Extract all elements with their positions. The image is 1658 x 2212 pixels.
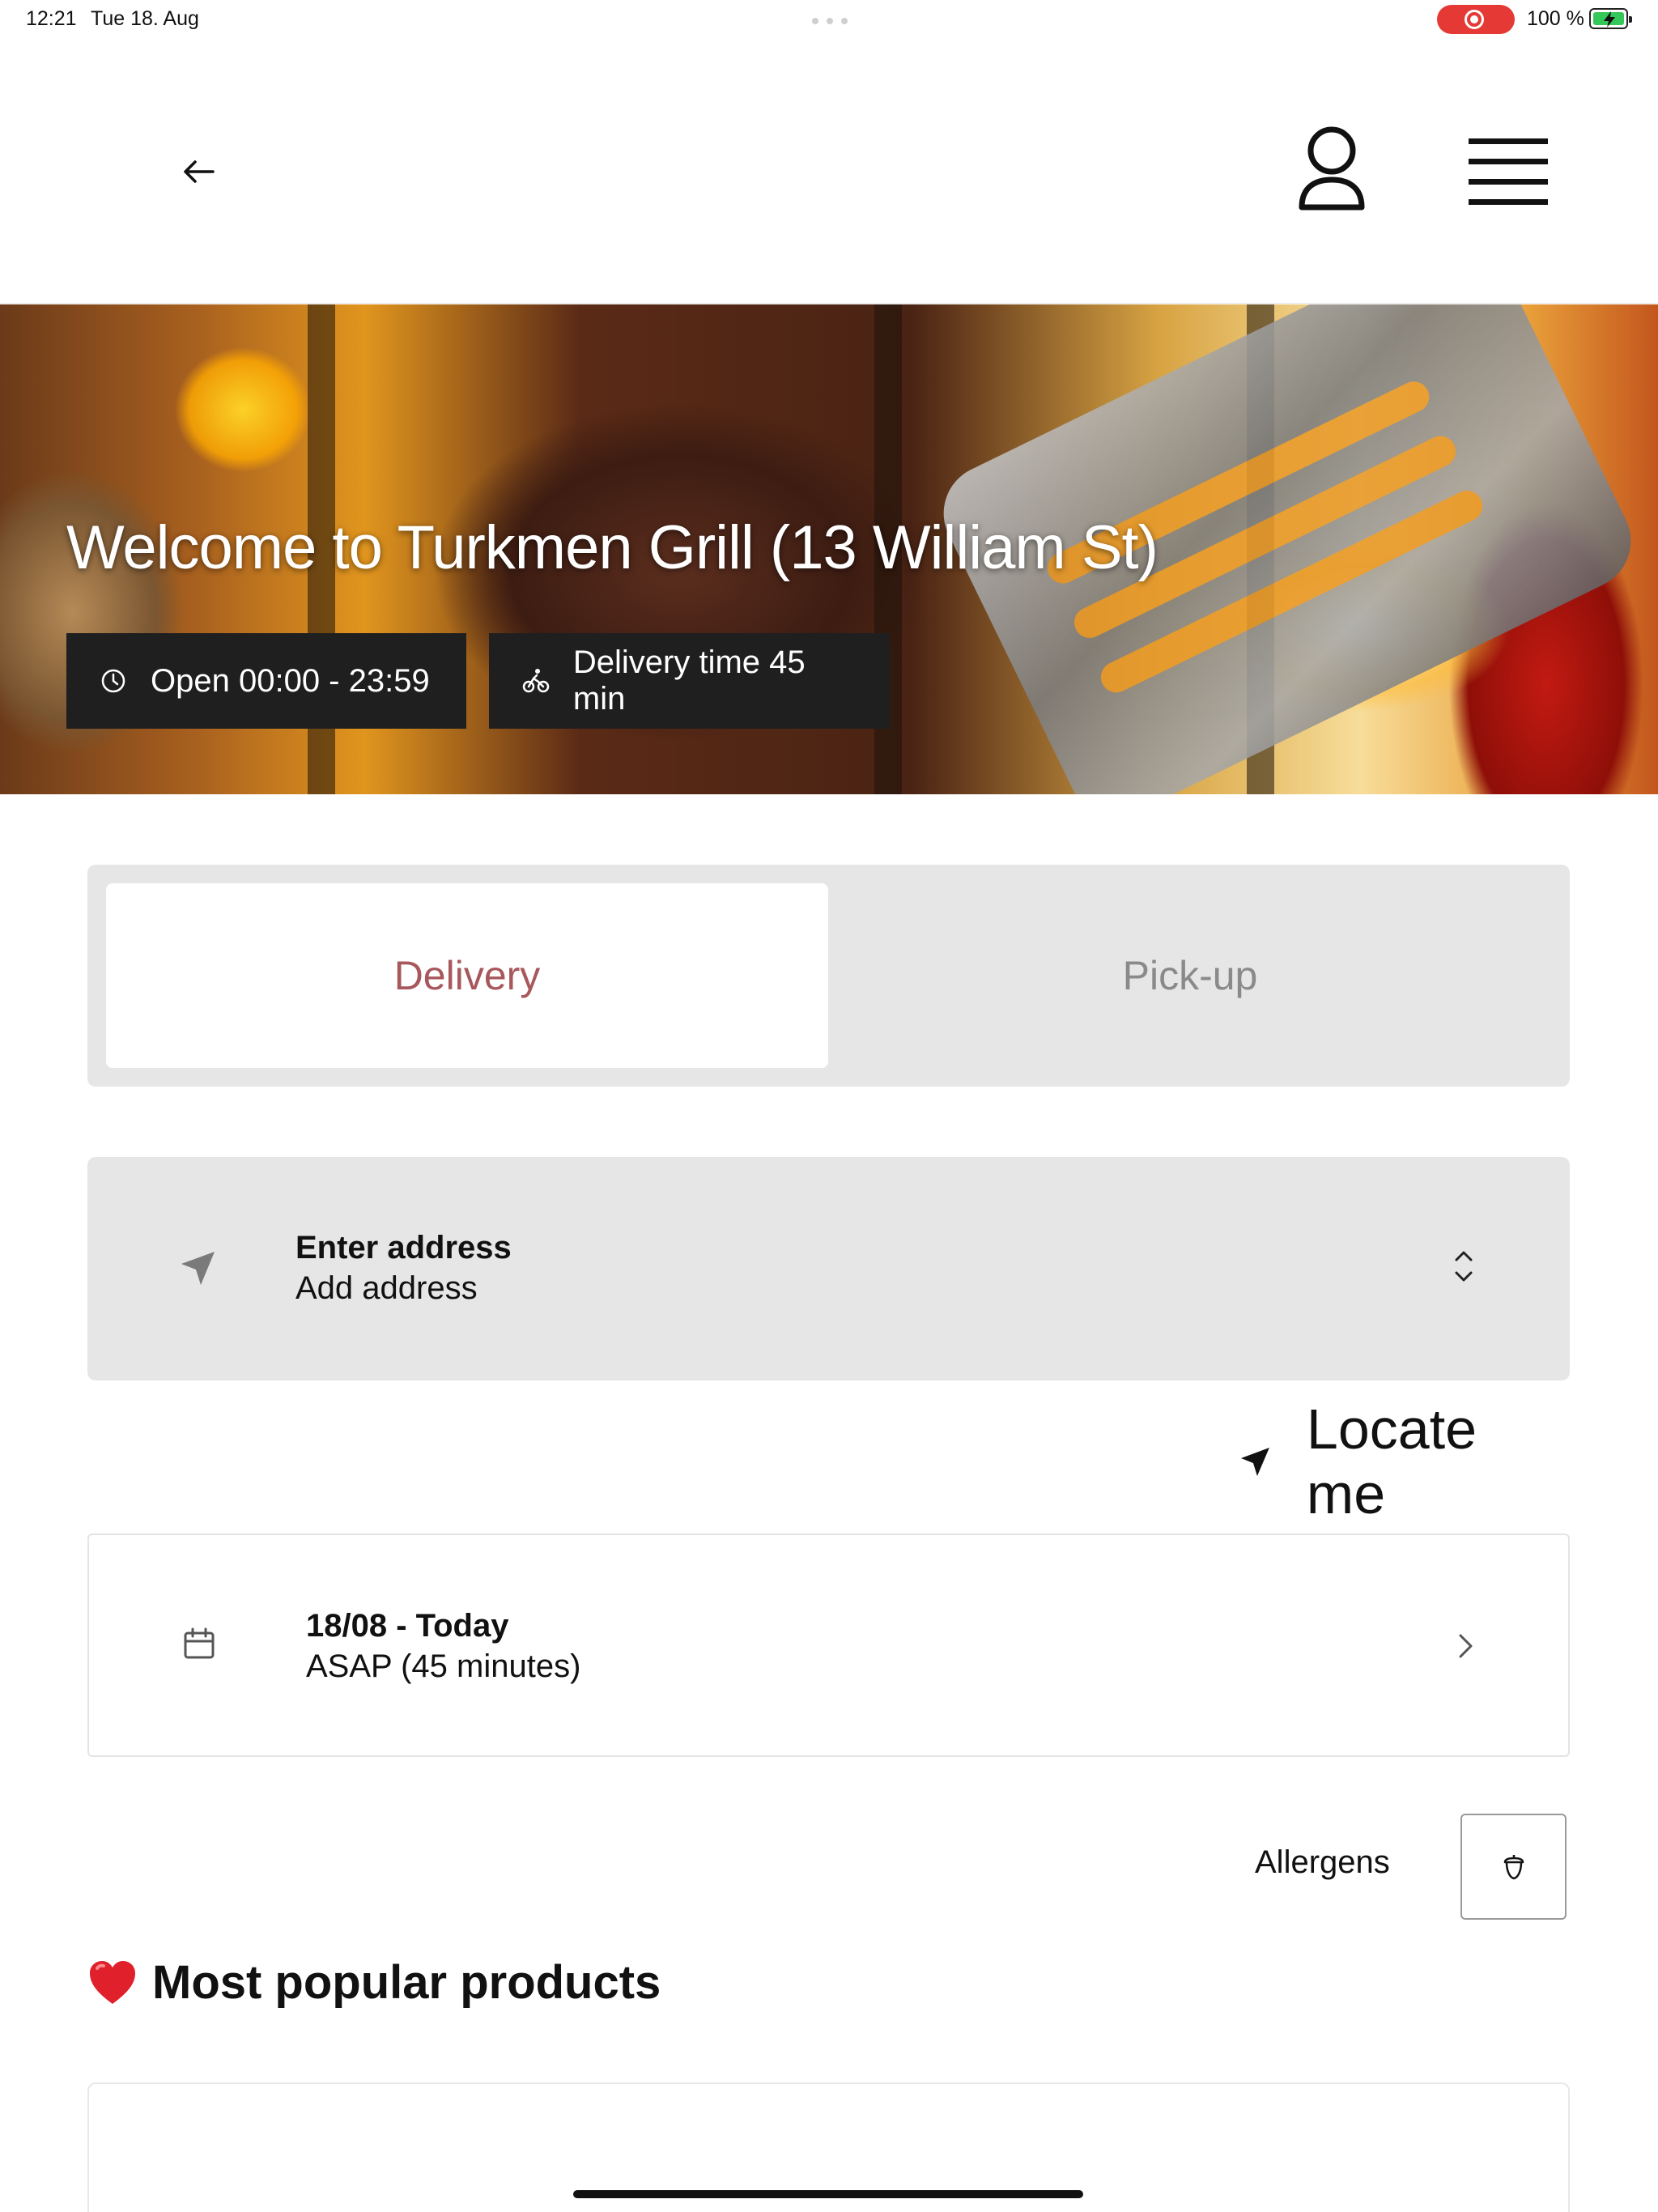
arrow-left-icon [184, 160, 215, 183]
battery-charging-icon [1589, 8, 1632, 29]
hamburger-menu-icon [1469, 138, 1548, 205]
home-indicator[interactable] [573, 2190, 1083, 2198]
delivery-time-selector[interactable]: 18/08 - Today ASAP (45 minutes) [87, 1534, 1570, 1757]
status-time: 12:21 [26, 7, 77, 30]
most-popular-title: Most popular products [152, 1956, 661, 2009]
bicycle-icon [521, 666, 551, 696]
status-date: Tue 18. Aug [91, 7, 199, 30]
delivery-time-badge: Delivery time 45 min [489, 633, 890, 729]
menu-button[interactable] [1464, 134, 1553, 211]
profile-button[interactable] [1287, 121, 1376, 219]
locate-me-button[interactable]: Locate me [1239, 1397, 1571, 1525]
battery-percent: 100 % [1527, 7, 1584, 30]
allergens-label: Allergens [1255, 1844, 1390, 1880]
location-arrow-icon [1240, 1448, 1269, 1476]
top-navigation [0, 40, 1658, 304]
time-slot-subtitle: ASAP (45 minutes) [306, 1648, 581, 1684]
address-title: Enter address [295, 1230, 512, 1266]
pickup-tab[interactable]: Pick-up [829, 883, 1551, 1068]
multitasking-dots[interactable] [812, 18, 848, 24]
time-slot-title: 18/08 - Today [306, 1608, 509, 1644]
back-button[interactable] [170, 151, 227, 192]
address-selector[interactable]: Enter address Add address [87, 1157, 1570, 1380]
heart-icon [90, 1960, 135, 2004]
user-icon [1299, 126, 1365, 211]
screen-recording-indicator[interactable] [1437, 5, 1515, 34]
restaurant-page: 12:21 Tue 18. Aug 100 % Welcome to Turkm… [0, 0, 1658, 2212]
delivery-time-text: Delivery time 45 min [572, 644, 806, 717]
chevron-right-icon [1459, 1634, 1473, 1658]
chevron-up-down-icon [1455, 1251, 1473, 1282]
delivery-tab[interactable]: Delivery [106, 883, 828, 1068]
restaurant-title: Welcome to Turkmen Grill (13 William St) [66, 513, 1158, 582]
status-bar: 12:21 Tue 18. Aug 100 % [0, 0, 1658, 40]
most-popular-heading: Most popular products [87, 1955, 661, 2010]
calendar-icon [184, 1627, 215, 1659]
order-type-toggle: Delivery Pick-up [87, 865, 1570, 1087]
acorn-icon [1503, 1854, 1524, 1879]
opening-hours-badge: Open 00:00 - 23:59 [66, 633, 466, 729]
navigation-arrow-icon [181, 1252, 215, 1285]
allergens-button[interactable] [1460, 1814, 1567, 1920]
clock-icon [99, 666, 128, 696]
locate-me-label: Locate me [1306, 1397, 1477, 1525]
address-subtitle: Add address [295, 1270, 478, 1306]
hero-banner: Welcome to Turkmen Grill (13 William St)… [0, 304, 1658, 794]
opening-hours-text: Open 00:00 - 23:59 [151, 662, 430, 699]
